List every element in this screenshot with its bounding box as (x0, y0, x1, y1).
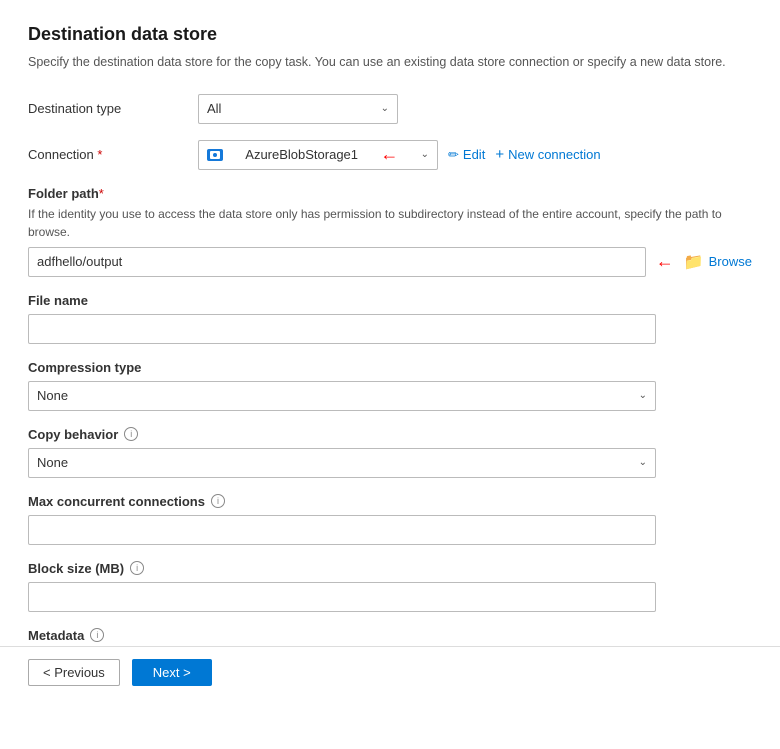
folder-path-input[interactable] (28, 247, 646, 277)
folder-arrow-indicator: ← (656, 251, 674, 272)
page-subtitle: Specify the destination data store for t… (28, 53, 752, 72)
file-name-section: File name (28, 293, 752, 344)
previous-label: < Previous (43, 665, 105, 680)
plus-icon: + (495, 146, 504, 163)
block-size-section: Block size (MB) i (28, 561, 752, 612)
destination-type-row: Destination type All ⌄ (28, 94, 752, 124)
metadata-info-icon: i (90, 628, 104, 642)
connection-label: Connection * (28, 147, 198, 162)
folder-icon: 📁 (684, 252, 704, 272)
copy-behavior-chevron-icon: ⌄ (639, 457, 647, 468)
folder-path-label: Folder path (28, 186, 99, 201)
copy-behavior-select[interactable]: None ⌄ (28, 448, 656, 478)
azure-blob-icon (207, 149, 223, 161)
file-name-label: File name (28, 293, 752, 308)
folder-path-required: * (99, 186, 104, 201)
next-button[interactable]: Next > (132, 659, 212, 686)
new-connection-label: New connection (508, 147, 601, 162)
new-connection-link[interactable]: + New connection (495, 146, 600, 163)
destination-type-value: All (207, 101, 221, 116)
max-concurrent-info-icon: i (211, 494, 225, 508)
folder-path-label-row: Folder path * (28, 186, 752, 201)
block-size-input[interactable] (28, 582, 656, 612)
copy-behavior-info-icon: i (124, 427, 138, 441)
destination-type-chevron-icon: ⌄ (381, 103, 389, 114)
edit-icon: ✏ (448, 147, 459, 163)
copy-behavior-value: None (37, 455, 68, 470)
connection-chevron-icon: ⌄ (421, 149, 429, 160)
next-label: Next > (153, 665, 191, 680)
compression-type-value: None (37, 388, 68, 403)
folder-path-section: Folder path * If the identity you use to… (28, 186, 752, 277)
connection-row: Connection * AzureBlobStorage1 ← ⌄ ✏ (28, 140, 752, 170)
destination-type-control: All ⌄ (198, 94, 752, 124)
compression-type-section: Compression type None ⌄ (28, 360, 752, 411)
previous-button[interactable]: < Previous (28, 659, 120, 686)
edit-label: Edit (463, 147, 485, 162)
edit-link[interactable]: ✏ Edit (448, 147, 485, 163)
connection-control: AzureBlobStorage1 ← ⌄ ✏ Edit + New conne… (198, 140, 752, 170)
max-concurrent-input[interactable] (28, 515, 656, 545)
compression-type-chevron-icon: ⌄ (639, 390, 647, 401)
browse-button[interactable]: 📁 Browse (684, 252, 752, 272)
connection-value: AzureBlobStorage1 (245, 147, 358, 162)
folder-input-row: ← 📁 Browse (28, 247, 752, 277)
metadata-label: Metadata i (28, 628, 752, 643)
file-name-input[interactable] (28, 314, 656, 344)
metadata-section: Metadata i (28, 628, 752, 643)
copy-behavior-label: Copy behavior i (28, 427, 752, 442)
connection-required: * (97, 147, 102, 162)
connection-select[interactable]: AzureBlobStorage1 ← ⌄ (198, 140, 438, 170)
max-concurrent-label: Max concurrent connections i (28, 494, 752, 509)
folder-path-desc: If the identity you use to access the da… (28, 205, 752, 241)
copy-behavior-section: Copy behavior i None ⌄ (28, 427, 752, 478)
bottom-nav: < Previous Next > (0, 646, 780, 698)
max-concurrent-section: Max concurrent connections i (28, 494, 752, 545)
compression-type-label: Compression type (28, 360, 752, 375)
destination-type-select[interactable]: All ⌄ (198, 94, 398, 124)
browse-label: Browse (709, 254, 752, 269)
block-size-info-icon: i (130, 561, 144, 575)
page-title: Destination data store (28, 24, 752, 45)
connection-arrow-indicator: ← (380, 144, 398, 165)
block-size-label: Block size (MB) i (28, 561, 752, 576)
compression-type-select[interactable]: None ⌄ (28, 381, 656, 411)
destination-type-label: Destination type (28, 101, 198, 116)
